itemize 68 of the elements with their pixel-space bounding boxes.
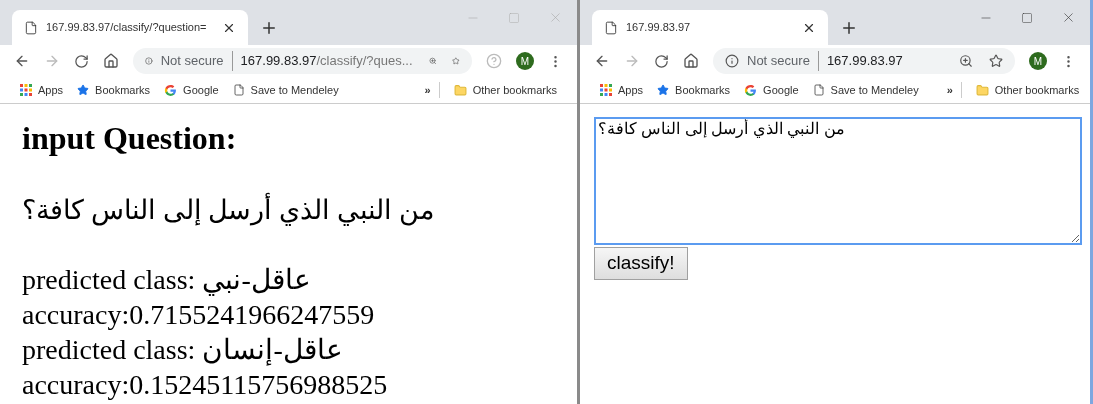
apps-grid-icon (600, 84, 612, 96)
info-icon (145, 54, 153, 68)
bookmark-item[interactable]: Google (164, 81, 219, 99)
question-text: من النبي الذي أرسل إلى الناس كافة؟ (22, 193, 434, 227)
profile-avatar[interactable]: M (516, 52, 534, 70)
predicted-class-text: predicted class: عاقل-نبي (22, 263, 311, 297)
bookmark-star-icon[interactable] (989, 54, 1003, 68)
maximize-icon[interactable] (1021, 11, 1033, 24)
bookmark-item[interactable]: Apps (20, 81, 64, 99)
bookmark-label: Apps (38, 82, 64, 98)
accuracy-text: accuracy:0.7155241966247559 (22, 298, 375, 332)
new-tab-icon[interactable] (840, 19, 858, 37)
address-bar[interactable]: Not secure 167.99.83.97 (713, 48, 1015, 74)
other-bookmarks[interactable]: Other bookmarks (975, 81, 1080, 99)
star-icon (657, 84, 670, 96)
reload-icon[interactable] (74, 53, 89, 69)
folder-icon (453, 83, 467, 97)
more-bookmarks-button[interactable]: » (424, 81, 440, 99)
classify-button[interactable]: classify! (594, 247, 688, 280)
url-text: 167.99.83.97/classify/?ques... (240, 52, 413, 71)
home-icon[interactable] (683, 53, 699, 69)
page-icon (812, 84, 825, 96)
address-bar[interactable]: Not secure 167.99.83.97/classify/?ques... (133, 48, 472, 74)
back-icon[interactable] (594, 53, 610, 69)
page-heading: input Question: (22, 120, 237, 156)
bookmark-label: Google (763, 82, 799, 98)
back-icon[interactable] (14, 53, 30, 69)
tab-title: 167.99.83.97 (626, 20, 692, 36)
bookmark-item[interactable]: Apps (600, 81, 644, 99)
bookmark-label: Bookmarks (675, 82, 731, 98)
bookmark-label: Save to Mendeley (250, 82, 339, 98)
bookmark-label: Apps (618, 82, 644, 98)
bookmark-label: Other bookmarks (472, 82, 557, 98)
google-g-icon (744, 83, 758, 97)
bookmark-label: Other bookmarks (994, 82, 1080, 98)
page-icon (604, 20, 618, 35)
bookmark-star-icon[interactable] (452, 54, 460, 68)
bookmark-item[interactable]: Google (744, 81, 799, 99)
bookmark-label: Google (183, 82, 219, 98)
browser-tab[interactable]: 167.99.83.97 (592, 10, 828, 45)
more-bookmarks-button[interactable]: » (946, 81, 962, 99)
security-label: Not secure (160, 51, 233, 71)
apps-grid-icon (20, 84, 32, 96)
security-label: Not secure (747, 51, 819, 71)
bookmark-label: Bookmarks (95, 82, 151, 98)
predicted-class-text: predicted class: عاقل-إنسان (22, 333, 343, 367)
info-icon (725, 54, 739, 68)
browser-tab[interactable]: 167.99.83.97/classify/?question= (12, 10, 248, 45)
profile-avatar[interactable]: M (1029, 52, 1047, 70)
close-window-icon[interactable] (1061, 10, 1076, 25)
bookmark-item[interactable]: Bookmarks (657, 81, 731, 99)
page-icon (232, 84, 245, 96)
bookmark-label: Save to Mendeley (830, 82, 919, 98)
zoom-icon[interactable] (959, 54, 973, 68)
bookmark-item[interactable]: Save to Mendeley (232, 81, 339, 99)
url-text: 167.99.83.97 (826, 52, 903, 71)
bookmark-item[interactable]: Save to Mendeley (812, 81, 919, 99)
google-g-icon (164, 83, 178, 97)
accuracy-text: accuracy:0.15245115756988525 (22, 368, 388, 402)
page-icon (24, 20, 38, 35)
bookmark-item[interactable]: Bookmarks (77, 81, 151, 99)
home-icon[interactable] (103, 53, 119, 69)
folder-icon (975, 83, 989, 97)
star-icon (77, 84, 90, 96)
tab-title: 167.99.83.97/classify/?question= (46, 20, 208, 36)
other-bookmarks[interactable]: Other bookmarks (453, 81, 557, 99)
new-tab-icon[interactable] (260, 19, 278, 37)
reload-icon[interactable] (654, 53, 669, 69)
